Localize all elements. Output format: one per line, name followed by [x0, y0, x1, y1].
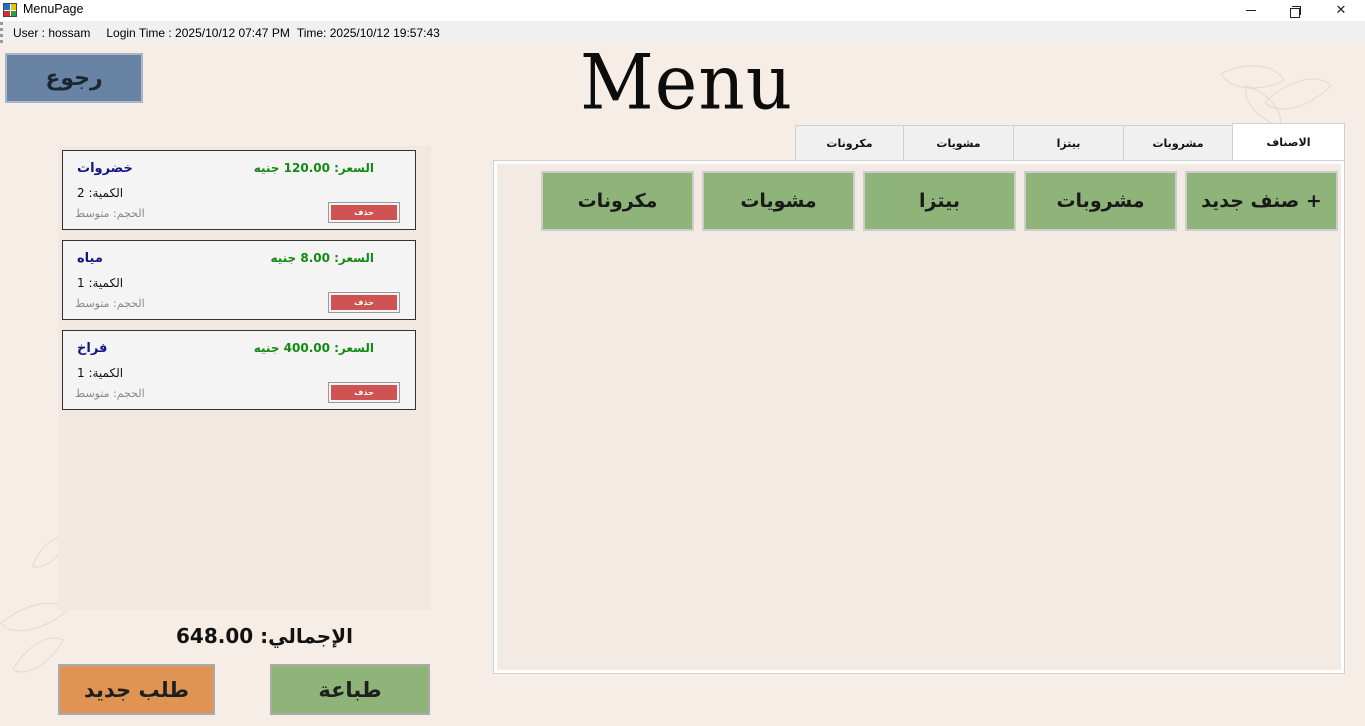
tab-categories[interactable]: الاصناف: [1232, 123, 1345, 161]
delete-item-label: حذف: [331, 295, 397, 310]
tab-drinks[interactable]: مشروبات: [1123, 125, 1233, 161]
new-order-button[interactable]: طلب جديد: [58, 664, 215, 715]
category-button-pizza[interactable]: بيتزا: [863, 171, 1016, 231]
restore-button[interactable]: [1272, 0, 1318, 21]
minimize-icon: [1246, 10, 1256, 11]
cart-item-name: فراخ: [77, 341, 108, 356]
order-total: الإجمالي: 648.00: [176, 624, 353, 648]
app-icon: [3, 3, 17, 17]
category-button-grills[interactable]: مشويات: [702, 171, 855, 231]
cart-item: مياه السعر: 8.00 جنيه الكمية: 1 الحجم: م…: [62, 240, 416, 320]
cart-item-price: السعر: 120.00 جنيه: [253, 161, 374, 175]
cart-item-size: الحجم: متوسط: [75, 297, 145, 310]
close-button[interactable]: ✕: [1318, 0, 1364, 21]
cart-item-size: الحجم: متوسط: [75, 207, 145, 220]
cart-item-quantity: الكمية: 2: [77, 186, 124, 200]
tab-pizza[interactable]: بيتزا: [1013, 125, 1124, 161]
cart-item: خضروات السعر: 120.00 جنيه الكمية: 2 الحج…: [62, 150, 416, 230]
window-title: MenuPage: [23, 2, 84, 16]
cart-item-name: خضروات: [77, 161, 133, 176]
delete-item-button[interactable]: حذف: [328, 382, 400, 403]
page-title: Menu: [580, 37, 794, 127]
cart-item-size: الحجم: متوسط: [75, 387, 145, 400]
order-cart-panel: خضروات السعر: 120.00 جنيه الكمية: 2 الحج…: [58, 146, 431, 610]
add-category-button[interactable]: صنف جديد +: [1185, 171, 1338, 231]
cart-item-quantity: الكمية: 1: [77, 366, 124, 380]
back-button[interactable]: رجوع: [5, 53, 143, 103]
cart-item-price: السعر: 8.00 جنيه: [270, 251, 374, 265]
restore-icon: [1290, 5, 1301, 18]
minimize-button[interactable]: [1228, 0, 1274, 21]
categories-grid: صنف جديد + مشروبات بيتزا مشويات مكرونات: [497, 164, 1341, 670]
delete-item-button[interactable]: حذف: [328, 292, 400, 313]
category-tabs: مكرونات مشويات بيتزا مشروبات الاصناف: [795, 123, 1345, 161]
print-button[interactable]: طباعة: [270, 664, 430, 715]
delete-item-label: حذف: [331, 385, 397, 400]
cart-item-price: السعر: 400.00 جنيه: [253, 341, 374, 355]
cart-item: فراخ السعر: 400.00 جنيه الكمية: 1 الحجم:…: [62, 330, 416, 410]
close-icon: ✕: [1335, 3, 1347, 18]
window-titlebar: MenuPage ✕: [0, 0, 1365, 21]
cart-item-quantity: الكمية: 1: [77, 276, 124, 290]
status-user: User : hossam: [13, 25, 91, 40]
status-current-time: Time: 2025/10/12 19:57:43: [296, 25, 440, 40]
status-login-time: Login Time : 2025/10/12 07:47 PM: [106, 25, 290, 40]
tab-pasta[interactable]: مكرونات: [795, 125, 904, 161]
delete-item-button[interactable]: حذف: [328, 202, 400, 223]
cart-item-name: مياه: [77, 251, 103, 266]
delete-item-label: حذف: [331, 205, 397, 220]
category-button-pasta[interactable]: مكرونات: [541, 171, 694, 231]
category-button-drinks[interactable]: مشروبات: [1024, 171, 1177, 231]
tab-grills[interactable]: مشويات: [903, 125, 1014, 161]
tab-content-panel: صنف جديد + مشروبات بيتزا مشويات مكرونات: [493, 160, 1345, 674]
